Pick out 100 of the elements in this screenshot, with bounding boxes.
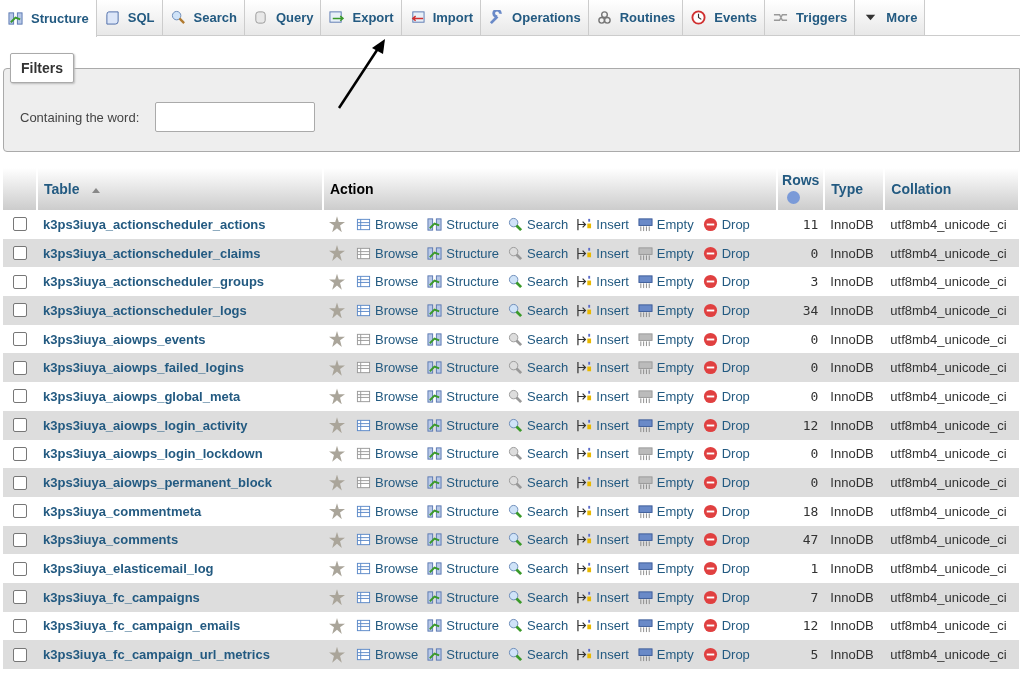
action-link[interactable]: Structure [427,503,500,519]
row-checkbox[interactable] [13,618,27,633]
row-checkbox[interactable] [13,332,27,347]
table-name-link[interactable]: k3ps3iuya_commentmeta [43,503,202,519]
action-link[interactable]: Structure [427,417,500,433]
action-link[interactable]: Search [508,647,569,663]
action-link[interactable]: Search [508,417,569,433]
action-link[interactable]: Drop [702,532,750,548]
nav-tab[interactable]: Triggers [765,0,856,35]
action-link[interactable]: Structure [427,475,500,491]
action-link[interactable]: Structure [427,216,500,232]
action-link[interactable]: Structure [427,589,500,605]
action-link[interactable]: Insert [577,503,629,519]
nav-tab[interactable]: Query [244,0,322,35]
action-link[interactable]: Structure [427,245,500,261]
table-name-link[interactable]: k3ps3iuya_aiowps_login_lockdown [43,446,263,462]
action-link[interactable]: Search [508,216,569,232]
action-link[interactable]: Structure [427,446,500,462]
action-link[interactable]: Browse [356,216,419,232]
action-link[interactable]: Browse [356,417,419,433]
action-link[interactable]: Browse [356,618,419,634]
action-link[interactable]: Empty [637,503,694,519]
action-link[interactable]: Insert [577,216,629,232]
action-link[interactable]: Search [508,503,569,519]
action-link[interactable]: Insert [577,589,629,605]
table-name-link[interactable]: k3ps3iuya_elasticemail_log [43,561,214,577]
action-link[interactable]: Empty [637,274,694,290]
row-checkbox[interactable] [13,274,27,289]
action-link[interactable]: Search [508,589,569,605]
action-link[interactable]: Insert [577,245,629,261]
action-link[interactable]: Drop [702,216,750,232]
table-name-link[interactable]: k3ps3iuya_aiowps_events [43,331,206,347]
action-link[interactable]: Empty [637,561,694,577]
action-link[interactable]: Structure [427,618,500,634]
row-checkbox[interactable] [13,246,27,261]
action-link[interactable]: Browse [356,274,419,290]
row-checkbox[interactable] [13,561,27,576]
row-checkbox[interactable] [13,418,27,433]
action-link[interactable]: Empty [637,589,694,605]
action-link[interactable]: Browse [356,532,419,548]
action-link[interactable]: Search [508,302,569,318]
action-link[interactable]: Drop [702,274,750,290]
action-link[interactable]: Search [508,274,569,290]
nav-tab[interactable]: Routines [588,0,684,35]
action-link[interactable]: Insert [577,331,629,347]
action-link[interactable]: Insert [577,302,629,318]
action-link[interactable]: Browse [356,503,419,519]
action-link[interactable]: Search [508,532,569,548]
action-link[interactable]: Structure [427,302,500,318]
action-link[interactable]: Structure [427,360,500,376]
action-link[interactable]: Insert [577,360,629,376]
row-checkbox[interactable] [13,446,27,461]
action-link[interactable]: Structure [427,647,500,663]
action-link[interactable]: Empty [637,618,694,634]
action-link[interactable]: Insert [577,417,629,433]
nav-tab[interactable]: Structure [0,0,97,37]
action-link[interactable]: Insert [577,274,629,290]
action-link[interactable]: Structure [427,331,500,347]
table-name-link[interactable]: k3ps3iuya_actionscheduler_groups [43,274,265,290]
action-link[interactable]: Drop [702,446,750,462]
action-link[interactable]: Structure [427,388,500,404]
action-link[interactable]: Drop [702,360,750,376]
action-link[interactable]: Drop [702,475,750,491]
nav-tab[interactable]: Events [683,0,765,35]
nav-tab[interactable]: Import [401,0,482,35]
table-name-link[interactable]: k3ps3iuya_aiowps_global_meta [43,388,241,404]
row-checkbox[interactable] [13,475,27,490]
nav-tab[interactable]: SQL [96,0,163,35]
nav-tab[interactable]: Export [321,0,402,35]
action-link[interactable]: Insert [577,475,629,491]
row-checkbox[interactable] [13,504,27,519]
action-link[interactable]: Insert [577,561,629,577]
row-checkbox[interactable] [13,217,27,232]
action-link[interactable]: Browse [356,647,419,663]
row-checkbox[interactable] [13,647,27,662]
action-link[interactable]: Search [508,561,569,577]
column-header[interactable]: Table [44,181,80,197]
action-link[interactable]: Structure [427,561,500,577]
action-link[interactable]: Browse [356,589,419,605]
action-link[interactable]: Drop [702,417,750,433]
action-link[interactable]: Insert [577,647,629,663]
row-checkbox[interactable] [13,360,27,375]
action-link[interactable]: Insert [577,532,629,548]
action-link[interactable]: Drop [702,331,750,347]
action-link[interactable]: Drop [702,503,750,519]
table-name-link[interactable]: k3ps3iuya_actionscheduler_actions [43,216,266,232]
action-link[interactable]: Browse [356,302,419,318]
action-link[interactable]: Empty [637,417,694,433]
action-link[interactable]: Empty [637,647,694,663]
action-link[interactable]: Structure [427,274,500,290]
row-checkbox[interactable] [13,389,27,404]
action-link[interactable]: Drop [702,647,750,663]
action-link[interactable]: Empty [637,216,694,232]
row-checkbox[interactable] [13,590,27,605]
nav-tab[interactable]: Operations [481,0,589,35]
action-link[interactable]: Browse [356,561,419,577]
action-link[interactable]: Structure [427,532,500,548]
nav-tab[interactable]: Search [162,0,245,35]
action-link[interactable]: Empty [637,302,694,318]
action-link[interactable]: Drop [702,561,750,577]
